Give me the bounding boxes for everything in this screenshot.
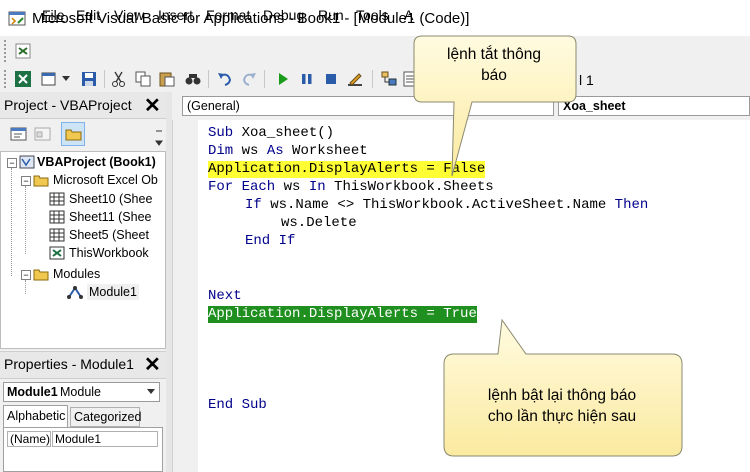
- tree-item-module1[interactable]: Module1: [87, 284, 139, 300]
- project-panel-scrollbar[interactable]: [152, 128, 166, 148]
- menu-format[interactable]: Format: [206, 7, 250, 23]
- tree-item-modules[interactable]: Modules: [53, 266, 100, 282]
- chevron-down-icon: [147, 389, 155, 394]
- view-object-icon[interactable]: [34, 126, 52, 142]
- menu-view[interactable]: View: [114, 7, 144, 23]
- excel-icon[interactable]: [14, 70, 32, 88]
- design-mode-icon[interactable]: [346, 70, 364, 88]
- project-panel-title: Project - VBAProject: [4, 97, 132, 113]
- object-select[interactable]: Module1 Module: [3, 382, 160, 402]
- menu-grip: [4, 40, 9, 62]
- menu-addins[interactable]: A: [404, 7, 413, 23]
- close-icon[interactable]: ✕: [144, 355, 161, 375]
- callout-top-text: lệnh tắt thông báo: [414, 44, 574, 86]
- worksheet-icon: [49, 192, 65, 206]
- insert-userform-icon[interactable]: [40, 70, 58, 88]
- code-line-6: ws.Delete: [281, 215, 357, 231]
- run-icon[interactable]: [274, 70, 292, 88]
- tree-item-sheet5[interactable]: Sheet5 (Sheet: [69, 227, 149, 243]
- toolbar-separator: [372, 70, 373, 88]
- view-code-icon[interactable]: [10, 126, 28, 142]
- excel-view-icon[interactable]: [14, 42, 32, 60]
- tree-item-vbaproject[interactable]: VBAProject (Book1): [37, 154, 156, 170]
- tree-item-excel-objects[interactable]: Microsoft Excel Ob: [53, 172, 158, 188]
- paste-icon[interactable]: [158, 70, 176, 88]
- menu-bar: [0, 36, 750, 66]
- toolbar-grip: [4, 70, 9, 88]
- code-line-enable-alerts: Application.DisplayAlerts = True: [208, 306, 477, 323]
- code-margin: [172, 120, 199, 472]
- save-icon[interactable]: [80, 70, 98, 88]
- properties-panel-title: Properties - Module1: [4, 356, 134, 372]
- property-value[interactable]: Module1: [52, 431, 158, 447]
- close-icon[interactable]: ✕: [144, 96, 161, 116]
- callout-top-line1: lệnh tắt thông: [447, 46, 541, 63]
- menu-edit[interactable]: Edit: [76, 7, 100, 23]
- vba-app-icon: [8, 11, 26, 26]
- toolbar-separator: [264, 70, 265, 88]
- toolbar-separator: [104, 70, 105, 88]
- callout-top-line2: báo: [481, 67, 507, 84]
- workbook-icon: [49, 246, 65, 260]
- code-line-5: If ws.Name <> ThisWorkbook.ActiveSheet.N…: [245, 197, 649, 213]
- collapse-toggle[interactable]: −: [21, 176, 31, 186]
- folder-icon: [65, 129, 82, 141]
- menu-tools[interactable]: Tools: [356, 7, 389, 23]
- object-type: Module: [60, 385, 101, 399]
- undo-icon[interactable]: [216, 70, 234, 88]
- vba-project-icon: [19, 155, 35, 169]
- toggle-folders-button[interactable]: [61, 122, 85, 146]
- copy-icon[interactable]: [134, 70, 152, 88]
- tab-alphabetic[interactable]: Alphabetic: [3, 405, 68, 427]
- reset-icon[interactable]: [322, 70, 340, 88]
- code-line-end-sub: End Sub: [208, 397, 267, 413]
- chevron-down-icon[interactable]: [62, 76, 70, 82]
- procedure-combo[interactable]: Xoa_sheet: [558, 96, 750, 116]
- code-line-1: Sub Xoa_sheet(): [208, 125, 335, 141]
- callout-bottom-line2: cho lần thực hiện sau: [487, 408, 637, 425]
- code-line-2: Dim ws As Worksheet: [208, 143, 368, 159]
- menu-file[interactable]: File: [42, 7, 65, 23]
- tree-item-sheet10[interactable]: Sheet10 (Shee: [69, 191, 152, 207]
- break-icon[interactable]: [298, 70, 316, 88]
- callout-bottom-line1: lệnh bật lại thông báo: [487, 387, 637, 404]
- tab-categorized[interactable]: Categorized: [70, 407, 141, 427]
- menu-run[interactable]: Run: [318, 7, 344, 23]
- tree-item-thisworkbook[interactable]: ThisWorkbook: [69, 245, 149, 261]
- find-icon[interactable]: [184, 70, 202, 88]
- folder-icon: [33, 175, 49, 187]
- worksheet-icon: [49, 210, 65, 224]
- code-line-next: Next: [208, 288, 242, 304]
- object-name: Module1: [7, 385, 58, 399]
- tree-line: [25, 280, 27, 294]
- project-tree: − VBAProject (Book1) − Microsoft Excel O…: [0, 151, 166, 349]
- folder-icon: [33, 269, 49, 281]
- cut-icon[interactable]: [110, 70, 128, 88]
- module-icon: [67, 286, 83, 299]
- line-indicator: l 1: [579, 72, 594, 88]
- menu-insert[interactable]: Insert: [158, 7, 193, 23]
- redo-icon[interactable]: [240, 70, 258, 88]
- tree-item-sheet11[interactable]: Sheet11 (Shee: [69, 209, 151, 225]
- collapse-toggle[interactable]: −: [21, 270, 31, 280]
- toolbar-separator: [208, 70, 209, 88]
- scroll-arrow-icon: [155, 130, 163, 146]
- properties-grid: (Name) Module1: [3, 427, 163, 472]
- property-name[interactable]: (Name): [7, 431, 51, 447]
- tree-line: [11, 168, 13, 276]
- callout-bottom-text: lệnh bật lại thông báo cho lần thực hiện…: [448, 385, 676, 427]
- collapse-toggle[interactable]: −: [7, 158, 17, 168]
- menu-debug[interactable]: Debug: [263, 7, 304, 23]
- project-explorer-icon[interactable]: [380, 70, 398, 88]
- code-line-7: End If: [245, 233, 296, 249]
- tree-line: [25, 186, 27, 254]
- worksheet-icon: [49, 228, 65, 242]
